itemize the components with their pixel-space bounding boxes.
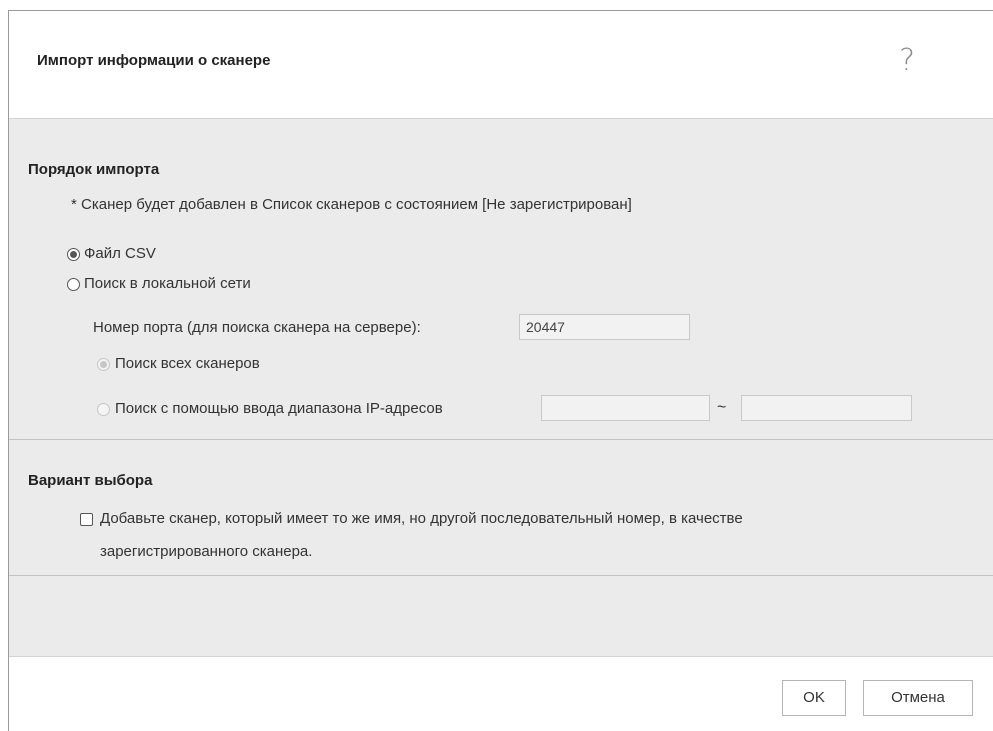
ip-range-to-input[interactable] [741, 395, 912, 421]
selection-option-title: Вариант выбора [28, 472, 153, 489]
ip-range-separator: ~ [717, 399, 727, 416]
port-label: Номер порта (для поиска сканера на серве… [93, 319, 421, 336]
ip-range-from-input[interactable] [541, 395, 710, 421]
import-scanner-dialog: Импорт информации о сканере ? Порядок им… [8, 10, 993, 731]
dialog-body: Порядок импорта * Сканер будет добавлен … [9, 119, 993, 657]
local-network-radio[interactable] [67, 278, 80, 291]
add-same-name-label-line1[interactable]: Добавьте сканер, который имеет то же имя… [100, 510, 743, 527]
add-same-name-label-line2[interactable]: зарегистрированного сканера. [100, 543, 312, 560]
add-same-name-checkbox[interactable] [80, 513, 93, 526]
csv-file-radio[interactable] [67, 248, 80, 261]
dialog-header: Импорт информации о сканере ? [9, 11, 993, 119]
search-all-label: Поиск всех сканеров [115, 355, 260, 372]
port-input[interactable]: 20447 [519, 314, 690, 340]
csv-file-label[interactable]: Файл CSV [84, 245, 156, 262]
import-note: * Сканер будет добавлен в Список сканеро… [71, 196, 632, 213]
help-icon[interactable]: ? [899, 43, 915, 78]
section-divider [9, 575, 993, 576]
ok-button[interactable]: OK [782, 680, 846, 716]
dialog-title: Импорт информации о сканере [37, 52, 271, 69]
cancel-button[interactable]: Отмена [863, 680, 973, 716]
ip-range-label: Поиск с помощью ввода диапазона IP-адрес… [115, 400, 443, 417]
import-order-title: Порядок импорта [28, 161, 160, 178]
local-network-label[interactable]: Поиск в локальной сети [84, 275, 251, 292]
ip-range-radio[interactable] [97, 403, 110, 416]
section-divider [9, 439, 993, 440]
search-all-radio[interactable] [97, 358, 110, 371]
dialog-footer: OK Отмена [9, 657, 993, 731]
